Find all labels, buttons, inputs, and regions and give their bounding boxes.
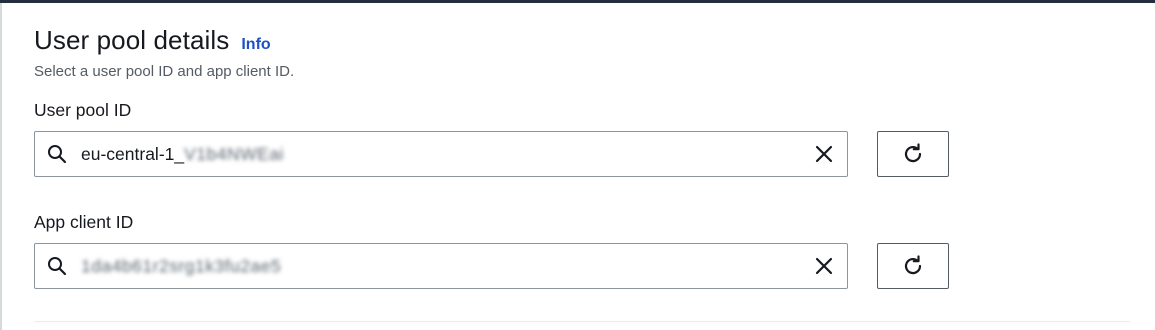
refresh-user-pool-button[interactable] (877, 131, 949, 177)
section-title: User pool details (34, 25, 230, 55)
user-pool-id-value[interactable]: eu-central-1_V1b4NWEai (81, 144, 813, 165)
refresh-icon (904, 255, 922, 275)
user-pool-id-prefix: eu-central-1_ (81, 143, 185, 164)
user-pool-details-panel: User pool details Info Select a user poo… (0, 3, 1155, 330)
app-client-id-redacted: 1da4b61r2srg1k3fu2ae5 (81, 255, 282, 276)
app-client-id-input[interactable]: 1da4b61r2srg1k3fu2ae5 (34, 243, 848, 289)
user-pool-id-redacted: V1b4NWEai (184, 143, 284, 164)
user-pool-id-input[interactable]: eu-central-1_V1b4NWEai (34, 131, 848, 177)
user-pool-id-label: User pool ID (34, 100, 132, 120)
app-client-id-value[interactable]: 1da4b61r2srg1k3fu2ae5 (81, 256, 813, 277)
search-icon (48, 145, 67, 164)
refresh-icon (904, 143, 922, 163)
close-icon[interactable] (813, 143, 835, 165)
app-client-id-label: App client ID (34, 212, 134, 232)
info-link[interactable]: Info (241, 36, 270, 54)
refresh-app-client-button[interactable] (877, 243, 949, 289)
section-description: Select a user pool ID and app client ID. (34, 63, 295, 80)
close-icon[interactable] (813, 255, 835, 277)
search-icon (48, 257, 67, 276)
section-header: User pool details Info (34, 25, 271, 56)
section-divider (34, 321, 1130, 322)
